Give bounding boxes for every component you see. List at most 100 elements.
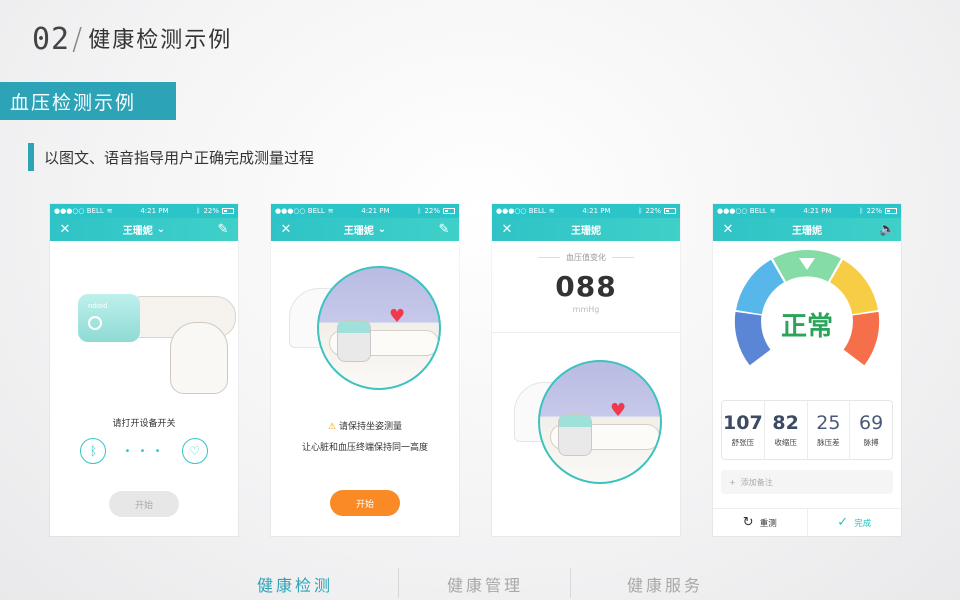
stat-label: 舒张压 (731, 438, 755, 447)
bluetooth-status-icon: ᛒ (859, 207, 864, 215)
stat-value: 69 (859, 412, 884, 434)
device-power-button-icon (88, 316, 102, 330)
device-illustration: ndoid (78, 294, 140, 342)
stat-value: 82 (772, 412, 799, 434)
stat-diastolic: 107 舒张压 (722, 401, 765, 459)
stat-value: 25 (816, 412, 841, 434)
stat-label: 脉压差 (817, 438, 840, 447)
cuff-illustration (337, 320, 371, 362)
bluetooth-status-icon: ᛒ (196, 207, 201, 215)
done-button[interactable]: ✓ 完成 (808, 509, 902, 536)
device-brand: ndoid (88, 302, 108, 310)
subtitle-accent-bar (28, 143, 34, 171)
battery-icon (443, 208, 455, 214)
stat-label: 收缩压 (774, 438, 797, 447)
stat-pulse-pressure: 25 脉压差 (808, 401, 851, 459)
carrier-label: ●●●○○ BELL (54, 207, 104, 215)
subtitle-text: 以图文、语音指导用户正确完成测量过程 (44, 148, 315, 167)
user-switcher[interactable]: 王珊妮 ⌄ (344, 222, 386, 237)
stat-value: 107 (723, 412, 763, 434)
heart-icon: ♥ (389, 306, 406, 327)
refresh-icon: ↻ (742, 515, 754, 530)
wifi-icon: ≋ (548, 207, 555, 215)
banner-title: 血压检测示例 (0, 82, 176, 120)
phone-screen-measuring: ●●●○○ BELL ≋ 4:21 PM ᛒ 22% ✕ 王珊妮 血压值变化 088… (492, 204, 680, 536)
tab-health-management[interactable]: 健康管理 (447, 572, 523, 596)
edit-icon[interactable]: ✎ (437, 222, 451, 237)
result-label: 正常 (780, 312, 833, 342)
status-bar: ●●●○○ BELL ≋ 4:21 PM ᛒ 22% (492, 204, 680, 218)
tab-health-service[interactable]: 健康服务 (627, 572, 703, 596)
chevron-down-icon: ⌄ (377, 224, 387, 235)
close-icon[interactable]: ✕ (721, 222, 735, 237)
status-time: 4:21 PM (803, 207, 832, 215)
tab-divider (398, 568, 399, 598)
instruction-text: 请打开设备开关 (112, 419, 176, 429)
nav-bar: ✕ 王珊妮 ⌄ ✎ (271, 218, 459, 241)
bottom-tabs: 健康检测 健康管理 健康服务 (0, 566, 960, 600)
nav-title: 王珊妮 (122, 226, 153, 237)
nav-bar: ✕ 王珊妮 (492, 218, 680, 241)
start-button[interactable]: 开始 (330, 490, 400, 516)
speaker-icon[interactable]: 🔈 (879, 222, 895, 237)
pressure-caption-text: 血压值变化 (566, 253, 606, 262)
stat-pulse: 69 脉搏 (850, 401, 892, 459)
close-icon[interactable]: ✕ (279, 222, 293, 237)
status-bar: ●●●○○ BELL ≋ 4:21 PM ᛒ 22% (271, 204, 459, 218)
section-header: 02 / 健康检测示例 (32, 22, 232, 57)
stat-label: 脉搏 (863, 438, 879, 447)
warning-text: 请保持坐姿测量 (339, 422, 403, 432)
note-placeholder: 添加备注 (740, 477, 773, 487)
pressure-value: 088 (555, 270, 617, 303)
status-time: 4:21 PM (140, 207, 169, 215)
battery-icon (222, 208, 234, 214)
battery-icon (664, 208, 676, 214)
nav-title: 王珊妮 (571, 226, 601, 237)
close-icon[interactable]: ✕ (58, 222, 72, 237)
tab-health-check[interactable]: 健康检测 (257, 572, 333, 596)
battery-icon (885, 208, 897, 214)
wifi-icon: ≋ (327, 207, 334, 215)
divider (492, 332, 680, 333)
section-title: 健康检测示例 (88, 28, 233, 53)
close-icon[interactable]: ✕ (500, 222, 514, 237)
chevron-down-icon: ⌄ (156, 224, 166, 235)
pressure-caption: 血压值变化 (492, 252, 680, 263)
heart-outline-icon: ♡ (181, 438, 208, 464)
measuring-zoom-illustration: ♥ (538, 360, 662, 484)
result-actions: ↻ 重测 ✓ 完成 (713, 508, 901, 536)
heart-icon: ♥ (610, 400, 627, 421)
battery-label: 22% (645, 207, 661, 215)
pressure-unit: mmHg (572, 305, 600, 314)
nav-title: 王珊妮 (343, 226, 374, 237)
connection-status: ᛒ • • • ♡ (50, 438, 238, 464)
nav-bar: ✕ 王珊妮 ⌄ ✎ (50, 218, 238, 241)
retest-button[interactable]: ↻ 重测 (713, 509, 808, 536)
add-note-field[interactable]: + 添加备注 (721, 470, 893, 494)
tab-divider (570, 568, 571, 598)
status-time: 4:21 PM (361, 207, 390, 215)
done-label: 完成 (854, 518, 872, 529)
posture-warning: ⚠ 请保持坐姿测量 (271, 419, 459, 432)
cuff-illustration (558, 414, 592, 456)
stat-systolic: 82 收缩压 (765, 401, 808, 459)
nav-title: 王珊妮 (792, 226, 822, 237)
height-note: 让心脏和血压终端保持同一高度 (301, 443, 428, 453)
check-icon: ✓ (837, 515, 849, 530)
phone-screen-result: ●●●○○ BELL ≋ 4:21 PM ᛒ 22% ✕ 王珊妮 🔈 正常 107 … (713, 204, 901, 536)
bluetooth-status-icon: ᛒ (638, 207, 643, 215)
result-gauge: 正常 (733, 248, 881, 382)
start-button-disabled[interactable]: 开始 (109, 491, 179, 517)
user-switcher[interactable]: 王珊妮 ⌄ (123, 222, 165, 237)
section-slash: / (72, 22, 83, 57)
subtitle-block: 以图文、语音指导用户正确完成测量过程 (28, 143, 314, 171)
posture-zoom-illustration: ♥ (317, 266, 441, 390)
edit-icon[interactable]: ✎ (216, 222, 230, 237)
carrier-label: ●●●○○ BELL (496, 207, 546, 215)
carrier-label: ●●●○○ BELL (275, 207, 325, 215)
bluetooth-status-icon: ᛒ (417, 207, 422, 215)
phone-screen-power-on: ●●●○○ BELL ≋ 4:21 PM ᛒ 22% ✕ 王珊妮 ⌄ ✎ ndoid… (50, 204, 238, 536)
status-bar: ●●●○○ BELL ≋ 4:21 PM ᛒ 22% (713, 204, 901, 218)
battery-label: 22% (424, 207, 440, 215)
status-time: 4:21 PM (582, 207, 611, 215)
